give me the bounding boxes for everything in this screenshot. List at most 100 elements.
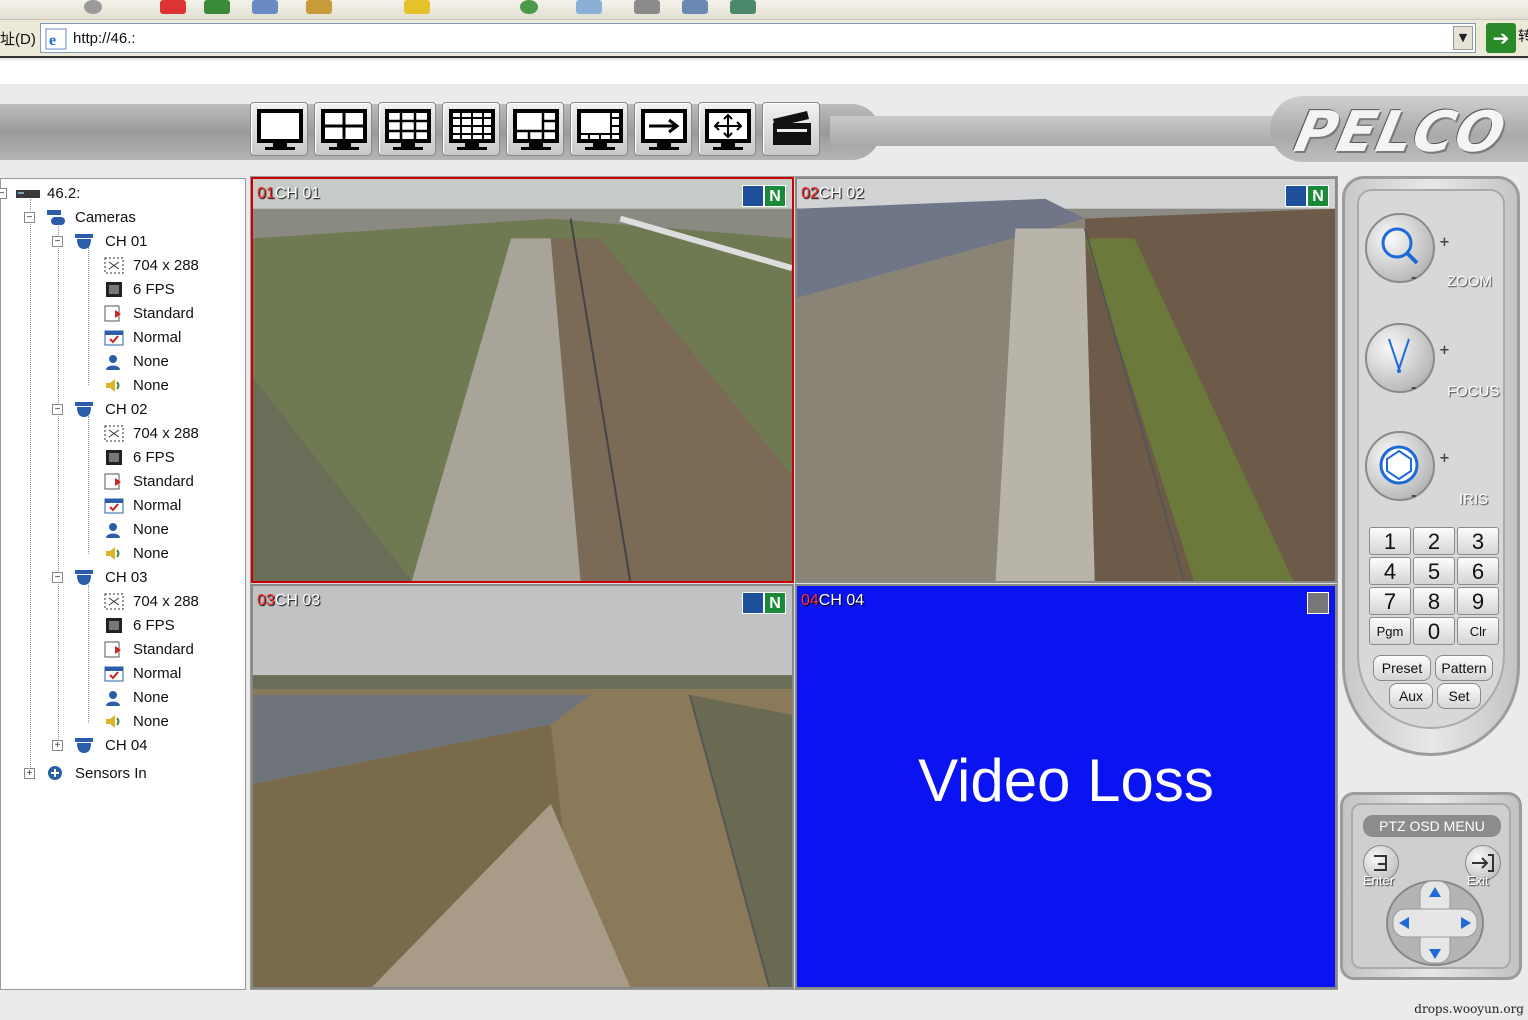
address-input[interactable]: e http://46.: ▼ xyxy=(40,23,1476,53)
video-tile-ch04[interactable]: Video Loss 04CH 04 xyxy=(795,584,1337,989)
tree-property-label: None xyxy=(133,353,169,370)
video-tile-ch02[interactable]: 02CH 02 N xyxy=(795,177,1337,583)
video-tile-ch03[interactable]: 03CH 03 N xyxy=(251,584,794,989)
pattern-button[interactable]: Pattern xyxy=(1435,655,1493,681)
audio-speaker-icon xyxy=(106,715,120,728)
collapse-icon[interactable]: − xyxy=(24,212,35,223)
tree-connector xyxy=(58,223,59,743)
keypad-key-6[interactable]: 6 xyxy=(1457,557,1499,585)
focus-far-button[interactable]: + xyxy=(1439,343,1450,358)
home-icon[interactable] xyxy=(252,0,278,14)
keypad-key-clr[interactable]: Clr xyxy=(1457,617,1499,645)
tile-label: CH 02 xyxy=(818,185,865,202)
layout-eight-button[interactable] xyxy=(570,102,628,156)
address-bar-row: 址(D) e http://46.: ▼ ➔ 转 xyxy=(0,20,1528,58)
keypad-key-0[interactable]: 0 xyxy=(1413,617,1455,645)
header-band-middle xyxy=(830,116,1330,146)
keypad-key-5[interactable]: 5 xyxy=(1413,557,1455,585)
mail-icon[interactable] xyxy=(576,0,602,14)
dvr-device-icon xyxy=(16,190,40,198)
tree-channel-label: CH 01 xyxy=(105,233,148,250)
schedule-calendar-icon xyxy=(104,330,124,346)
sequence-arrow-icon xyxy=(641,109,687,150)
zoom-knob[interactable] xyxy=(1365,213,1435,283)
keypad-key-7[interactable]: 7 xyxy=(1369,587,1411,615)
layout-nine-button[interactable] xyxy=(378,102,436,156)
search-icon[interactable] xyxy=(306,0,332,14)
layout-six-icon xyxy=(513,109,559,150)
aux-button[interactable]: Aux xyxy=(1389,683,1433,709)
refresh-icon[interactable] xyxy=(204,0,230,14)
keypad-key-1[interactable]: 1 xyxy=(1369,527,1411,555)
keypad-key-2[interactable]: 2 xyxy=(1413,527,1455,555)
sensor-icon xyxy=(48,766,62,780)
address-dropdown-icon[interactable]: ▼ xyxy=(1453,26,1473,50)
set-button[interactable]: Set xyxy=(1437,683,1481,709)
focus-near-button[interactable]: - xyxy=(1411,381,1416,396)
layout-quad-button[interactable] xyxy=(314,102,372,156)
edit-icon[interactable] xyxy=(682,0,708,14)
iris-knob[interactable] xyxy=(1365,431,1435,501)
layout-move-button[interactable] xyxy=(698,102,756,156)
back-icon[interactable] xyxy=(84,0,102,14)
camera-feed-ch02 xyxy=(797,179,1335,581)
ptz-camera-icon xyxy=(742,592,764,614)
iris-open-button[interactable]: + xyxy=(1439,451,1450,466)
collapse-icon[interactable]: − xyxy=(52,404,63,415)
video-tile-ch01[interactable]: 01CH 01 N xyxy=(251,177,794,583)
zoom-out-button[interactable]: - xyxy=(1411,271,1416,286)
layout-sixteen-icon xyxy=(449,109,495,150)
camera-feed-ch03 xyxy=(253,586,792,987)
layout-nine-icon xyxy=(385,109,431,150)
zoom-label: ZOOM xyxy=(1447,273,1492,290)
tile-number: 02 xyxy=(801,185,819,202)
keypad-key-4[interactable]: 4 xyxy=(1369,557,1411,585)
tile-label: CH 03 xyxy=(274,592,321,609)
tree-property-label: 704 x 288 xyxy=(133,425,199,442)
direction-pad[interactable] xyxy=(1385,877,1485,967)
tree-property-label: 6 FPS xyxy=(133,449,175,466)
messenger-icon[interactable] xyxy=(730,0,756,14)
fps-film-icon xyxy=(106,618,122,633)
keypad-key-pgm[interactable]: Pgm xyxy=(1369,617,1411,645)
dome-camera-icon xyxy=(75,570,93,585)
expand-icon[interactable]: + xyxy=(52,740,63,751)
tree-property-label: None xyxy=(133,545,169,562)
dome-camera-icon xyxy=(75,234,93,249)
preset-button[interactable]: Preset xyxy=(1373,655,1431,681)
layout-six-button[interactable] xyxy=(506,102,564,156)
tile-label: CH 04 xyxy=(818,592,865,609)
expand-icon[interactable]: + xyxy=(24,768,35,779)
print-icon[interactable] xyxy=(634,0,660,14)
keypad-key-9[interactable]: 9 xyxy=(1457,587,1499,615)
layout-eight-icon xyxy=(577,109,623,150)
iris-icon xyxy=(1379,445,1419,485)
keypad-key-8[interactable]: 8 xyxy=(1413,587,1455,615)
keypad-key-3[interactable]: 3 xyxy=(1457,527,1499,555)
layout-single-button[interactable] xyxy=(250,102,308,156)
layout-close-button[interactable] xyxy=(762,102,820,156)
ie-page-icon: e xyxy=(45,28,67,50)
favorites-icon[interactable] xyxy=(404,0,430,14)
fps-film-icon xyxy=(106,282,122,297)
collapse-icon[interactable]: − xyxy=(0,188,7,199)
go-button[interactable]: ➔ xyxy=(1486,23,1516,53)
focus-knob[interactable] xyxy=(1365,323,1435,393)
tree-property-label: None xyxy=(133,521,169,538)
motion-user-icon xyxy=(106,355,120,370)
tile-title: 02CH 02 xyxy=(801,185,864,203)
tile-number: 04 xyxy=(801,592,819,609)
tree-connector xyxy=(88,416,89,554)
zoom-in-button[interactable]: + xyxy=(1439,235,1450,250)
video-loss-screen: Video Loss xyxy=(797,586,1335,987)
tile-badges: N xyxy=(742,185,786,207)
collapse-icon[interactable]: − xyxy=(52,572,63,583)
stop-icon[interactable] xyxy=(160,0,186,14)
tree-property-label: 6 FPS xyxy=(133,617,175,634)
history-icon[interactable] xyxy=(520,0,538,14)
iris-close-button[interactable]: - xyxy=(1411,489,1416,504)
header-band: PELCO xyxy=(0,96,1528,165)
layout-sixteen-button[interactable] xyxy=(442,102,500,156)
collapse-icon[interactable]: − xyxy=(52,236,63,247)
layout-sequence-button[interactable] xyxy=(634,102,692,156)
